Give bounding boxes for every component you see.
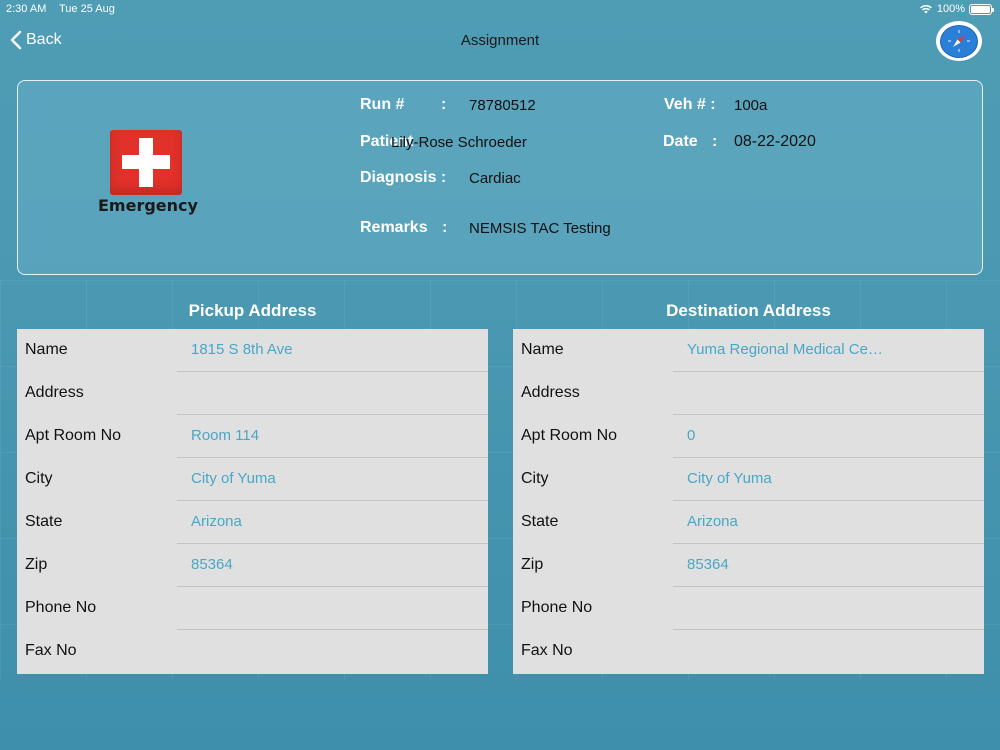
status-date: Tue 25 Aug [59, 3, 115, 15]
remarks-value: NEMSIS TAC Testing [469, 220, 611, 237]
destination-row-state[interactable]: State Arizona [513, 501, 984, 544]
emergency-logo-text: Emergency [98, 196, 198, 215]
assignment-card: Emergency Run # : 78780512 Veh # : 100a … [17, 80, 983, 275]
veh-label: Veh # : [664, 96, 716, 113]
navigation-compass-button[interactable] [936, 21, 982, 61]
row-label: State [25, 513, 63, 530]
row-value: 85364 [687, 556, 729, 573]
row-value: City of Yuma [687, 470, 772, 487]
status-indicators: 100% [919, 3, 994, 15]
status-time: 2:30 AM [6, 3, 47, 15]
row-label: Address [25, 384, 84, 401]
row-value: Room 114 [191, 427, 260, 444]
emergency-logo: Emergency [98, 130, 198, 215]
row-label: Zip [521, 556, 544, 573]
destination-row-fax[interactable]: Fax No [513, 630, 984, 673]
navigation-bar: Back Assignment [0, 21, 1000, 64]
destination-row-apt[interactable]: Apt Room No 0 [513, 415, 984, 458]
veh-value: 100a [734, 97, 768, 114]
row-label: Phone No [521, 599, 593, 616]
run-value: 78780512 [469, 97, 536, 114]
row-label: Name [521, 341, 564, 358]
row-label: Address [521, 384, 580, 401]
row-value: City of Yuma [191, 470, 276, 487]
patient-value: Lily-Rose Schroeder [391, 134, 527, 151]
remarks-label: Remarks [360, 219, 428, 236]
pickup-address-title: Pickup Address [188, 301, 317, 320]
pickup-row-name[interactable]: Name 1815 S 8th Ave [17, 329, 488, 372]
compass-icon [948, 30, 970, 52]
destination-row-name[interactable]: Name Yuma Regional Medical Ce… [513, 329, 984, 372]
pickup-row-fax[interactable]: Fax No [17, 630, 488, 673]
pickup-row-apt[interactable]: Apt Room No Room 114 [17, 415, 488, 458]
row-label: Fax No [521, 642, 573, 659]
row-value: 85364 [191, 556, 233, 573]
page-title: Assignment [460, 32, 540, 49]
date-colon: : [712, 133, 718, 150]
battery-icon [969, 3, 994, 15]
destination-row-city[interactable]: City City of Yuma [513, 458, 984, 501]
destination-row-zip[interactable]: Zip 85364 [513, 544, 984, 587]
run-label: Run # [360, 96, 405, 113]
row-label: Apt Room No [521, 427, 618, 444]
pickup-row-zip[interactable]: Zip 85364 [17, 544, 488, 587]
destination-address-table: Name Yuma Regional Medical Ce… Address Ap… [513, 329, 984, 674]
pickup-row-city[interactable]: City City of Yuma [17, 458, 488, 501]
pickup-address-table: Name 1815 S 8th Ave Address Apt Room No Ro… [17, 329, 488, 674]
row-value: Arizona [687, 513, 738, 530]
row-value: Yuma Regional Medical Ce… [687, 341, 883, 358]
row-label: Fax No [25, 642, 77, 659]
destination-row-address[interactable]: Address [513, 372, 984, 415]
row-label: City [25, 470, 53, 487]
row-label: Apt Room No [25, 427, 122, 444]
row-label: State [521, 513, 559, 530]
diagnosis-label: Diagnosis : [360, 169, 447, 186]
status-bar: 2:30 AM Tue 25 Aug 100% [0, 0, 1000, 20]
pickup-row-phone[interactable]: Phone No [17, 587, 488, 630]
pickup-row-state[interactable]: State Arizona [17, 501, 488, 544]
battery-percent: 100% [936, 3, 965, 15]
pickup-row-address[interactable]: Address [17, 372, 488, 415]
destination-row-phone[interactable]: Phone No [513, 587, 984, 630]
row-value: 0 [687, 427, 696, 444]
destination-address-title: Destination Address [666, 301, 831, 320]
row-label: City [521, 470, 549, 487]
row-value: 1815 S 8th Ave [191, 341, 293, 358]
remarks-colon: : [442, 219, 448, 236]
row-value: Arizona [191, 513, 242, 530]
row-label: Name [25, 341, 68, 358]
red-cross-icon [110, 130, 182, 195]
row-label: Zip [25, 556, 48, 573]
date-value: 08-22-2020 [734, 133, 816, 150]
diagnosis-value: Cardiac [469, 170, 521, 187]
row-label: Phone No [25, 599, 97, 616]
date-label: Date [663, 133, 698, 150]
wifi-icon [919, 5, 932, 14]
run-colon: : [441, 96, 447, 113]
